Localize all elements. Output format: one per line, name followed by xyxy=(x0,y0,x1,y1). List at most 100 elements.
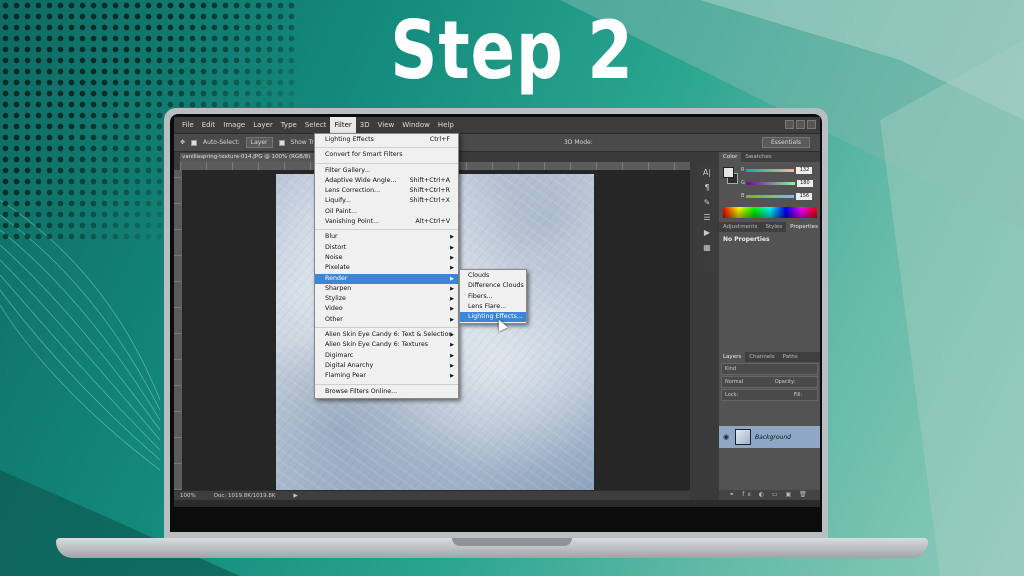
filter-menu-item[interactable]: Sharpen ▶ xyxy=(315,284,458,294)
paragraph-panel-icon[interactable]: ¶ xyxy=(704,183,709,192)
menu-item-label: Other xyxy=(325,315,343,323)
filter-menu-item[interactable]: Render ▶ xyxy=(315,273,458,284)
filter-menu-item[interactable]: Filter Gallery... xyxy=(315,166,458,176)
tab-layers[interactable]: Layers xyxy=(719,352,746,362)
zoom-level[interactable]: 100% xyxy=(180,493,196,499)
menu-window[interactable]: Window xyxy=(398,117,434,134)
g-slider-track[interactable] xyxy=(746,181,795,185)
render-submenu-item[interactable]: Fibers... xyxy=(460,292,526,302)
status-arrow-icon[interactable]: ▶ xyxy=(294,493,298,499)
visibility-eye-icon[interactable]: ◉ xyxy=(723,433,731,441)
close-button[interactable] xyxy=(807,120,816,129)
slider-b[interactable]: B 156 xyxy=(741,192,817,200)
slider-r[interactable]: R 132 xyxy=(741,166,817,174)
filter-menu-item[interactable]: Digital Anarchy ▶ xyxy=(315,361,458,371)
menu-3d[interactable]: 3D xyxy=(356,117,374,134)
auto-select-checkbox[interactable] xyxy=(191,139,198,146)
menu-item-label: Stylize xyxy=(325,295,346,303)
filter-menu-item[interactable]: Oil Paint... xyxy=(315,207,458,217)
menu-help[interactable]: Help xyxy=(434,117,458,134)
menu-item-label: Digital Anarchy xyxy=(325,361,374,369)
tab-properties[interactable]: Properties xyxy=(786,222,820,232)
channel-b-label: B xyxy=(741,193,745,199)
move-tool-icon[interactable]: ✥ xyxy=(180,139,185,146)
menu-item-label: Vanishing Point... xyxy=(325,218,380,226)
blend-mode-dropdown[interactable]: Normal Opacity: xyxy=(721,376,818,388)
filter-menu-item[interactable]: Alien Skin Eye Candy 6: Text & Selection… xyxy=(315,330,458,340)
r-value-field[interactable]: 132 xyxy=(796,166,813,174)
document-tab[interactable]: vanillaspring-texture-014.JPG @ 100% (RG… xyxy=(180,153,320,162)
filter-menu-item[interactable]: Browse Filters Online... xyxy=(315,387,458,397)
workspace-dropdown[interactable]: Essentials xyxy=(761,137,810,148)
adjust-panel-icon[interactable]: ☰ xyxy=(703,213,710,222)
menu-item-shortcut: Shift+Ctrl+R xyxy=(409,187,450,195)
menu-edit[interactable]: Edit xyxy=(198,117,220,134)
filter-menu-item[interactable]: Vanishing Point... Alt+Ctrl+V xyxy=(315,217,458,227)
g-value-field[interactable]: 180 xyxy=(796,179,813,187)
menu-type[interactable]: Type xyxy=(277,117,301,134)
character-panel-icon[interactable]: A| xyxy=(703,168,711,177)
menu-select[interactable]: Select xyxy=(301,117,331,134)
brush-panel-icon[interactable]: ✎ xyxy=(704,198,711,207)
b-value-field[interactable]: 156 xyxy=(796,192,813,200)
filter-menu-item[interactable]: Other ▶ xyxy=(315,315,458,325)
menu-item-label: Pixelate xyxy=(325,264,350,272)
filter-menu-item[interactable]: Blur ▶ xyxy=(315,232,458,242)
filter-menu-item[interactable]: Lens Correction... Shift+Ctrl+R xyxy=(315,186,458,196)
minimize-button[interactable] xyxy=(785,120,794,129)
render-submenu-item[interactable]: Clouds xyxy=(460,271,526,281)
layer-thumbnail xyxy=(735,429,751,445)
filter-menu-item[interactable]: Lighting Effects Ctrl+F xyxy=(315,135,458,145)
menu-layer[interactable]: Layer xyxy=(249,117,277,134)
menu-image[interactable]: Image xyxy=(219,117,249,134)
history-panel-icon[interactable]: ▦ xyxy=(703,243,711,252)
opacity-label: Opacity: xyxy=(774,379,796,385)
filter-menu-item[interactable]: Alien Skin Eye Candy 6: Textures ▶ xyxy=(315,340,458,350)
menu-item-label: Liquify... xyxy=(325,197,351,205)
menu-filter[interactable]: Filter xyxy=(330,117,356,134)
options-bar: ✥ Auto-Select: Layer Show Tran 3D Mode: … xyxy=(174,134,820,152)
filter-menu-item[interactable]: Stylize ▶ xyxy=(315,294,458,304)
filter-menu-item[interactable]: Liquify... Shift+Ctrl+X xyxy=(315,196,458,206)
maximize-button[interactable] xyxy=(796,120,805,129)
submenu-arrow-icon: ▶ xyxy=(450,362,454,369)
b-slider-track[interactable] xyxy=(746,194,795,198)
menu-file[interactable]: File xyxy=(178,117,198,134)
tab-styles[interactable]: Styles xyxy=(761,222,786,232)
tab-color[interactable]: Color xyxy=(719,152,742,162)
menu-item-shortcut: Shift+Ctrl+X xyxy=(409,197,450,205)
render-submenu-item[interactable]: Lens Flare... xyxy=(460,302,526,312)
menu-view[interactable]: View xyxy=(374,117,399,134)
menu-bar: File Edit Image Layer Type Select Filter 3D View… xyxy=(174,117,820,134)
foreground-color-swatch[interactable] xyxy=(723,167,734,178)
tab-adjustments[interactable]: Adjustments xyxy=(719,222,761,232)
submenu-arrow-icon: ▶ xyxy=(450,244,454,251)
layer-kind-filter[interactable]: Kind xyxy=(721,363,818,375)
filter-menu-item[interactable]: Flaming Pear ▶ xyxy=(315,371,458,381)
r-slider-track[interactable] xyxy=(746,168,795,172)
layer-row-background[interactable]: ◉ Background xyxy=(719,426,820,448)
menu-item-shortcut: Alt+Ctrl+V xyxy=(415,218,450,226)
filter-menu-item[interactable]: Distort ▶ xyxy=(315,243,458,253)
channel-g-label: G xyxy=(741,180,745,186)
menu-item-label: Render xyxy=(325,274,348,282)
submenu-arrow-icon: ▶ xyxy=(450,234,454,241)
layers-footer-icons[interactable]: ⚭ fx ◐ ▭ ▣ 🗑 xyxy=(719,490,820,500)
filter-menu-item[interactable]: Pixelate ▶ xyxy=(315,263,458,273)
play-action-icon[interactable]: ▶ xyxy=(704,228,710,237)
submenu-arrow-icon: ▶ xyxy=(450,352,454,359)
tab-paths[interactable]: Paths xyxy=(779,352,802,362)
tab-channels[interactable]: Channels xyxy=(745,352,778,362)
filter-menu-item[interactable]: Digimarc ▶ xyxy=(315,351,458,361)
tab-swatches[interactable]: Swatches xyxy=(741,152,775,162)
color-spectrum[interactable] xyxy=(723,207,817,218)
render-submenu-item[interactable]: Difference Clouds xyxy=(460,281,526,291)
filter-menu-item[interactable]: Convert for Smart Filters xyxy=(315,150,458,160)
filter-menu-item[interactable]: Video ▶ xyxy=(315,304,458,314)
filter-menu-item[interactable]: Adaptive Wide Angle... Shift+Ctrl+A xyxy=(315,176,458,186)
auto-select-dropdown[interactable]: Layer xyxy=(245,137,273,148)
window-controls[interactable] xyxy=(785,120,816,129)
slider-g[interactable]: G 180 xyxy=(741,179,817,187)
filter-menu-item[interactable]: Noise ▶ xyxy=(315,253,458,263)
show-transform-checkbox[interactable] xyxy=(278,139,285,146)
